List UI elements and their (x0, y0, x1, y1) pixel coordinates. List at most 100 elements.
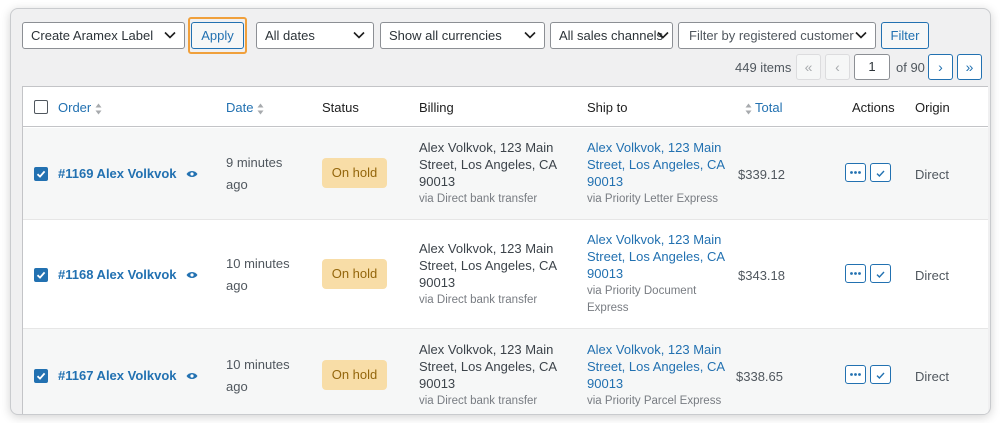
current-page-input[interactable]: 1 (854, 54, 890, 80)
sales-channel-filter-value: All sales channels (559, 28, 664, 43)
eye-icon[interactable] (186, 372, 198, 380)
billing-address-line: Alex Volkvok, 123 Main (419, 342, 554, 357)
shipping-method-line: Express (587, 302, 629, 314)
shipping-method-line: via Priority Letter Express (587, 193, 719, 205)
ship-to-address-link[interactable]: Alex Volkvok, 123 Main Street, Los Angel… (587, 341, 737, 392)
ship-to-address-line: Street, Los Angeles, CA (587, 249, 726, 264)
billing-address: Alex Volkvok, 123 Main Street, Los Angel… (419, 341, 569, 392)
checkmark-icon (36, 271, 46, 279)
column-total[interactable]: Total (745, 100, 782, 115)
apply-button[interactable]: Apply (191, 22, 244, 49)
customer-filter-select[interactable]: Filter by registered customer (678, 22, 876, 49)
sales-channel-filter-select[interactable]: All sales channels (550, 22, 673, 49)
chevron-down-icon (353, 31, 365, 39)
bulk-actions-value: Create Aramex Label (31, 28, 154, 43)
select-all-checkbox[interactable] (34, 100, 48, 114)
shipping-method: via Priority Document Express (587, 283, 727, 317)
order-origin: Direct (915, 268, 949, 283)
chevron-down-icon (657, 31, 669, 39)
more-actions-button[interactable] (845, 365, 866, 384)
first-page-button[interactable]: « (796, 54, 821, 80)
billing-address: Alex Volkvok, 123 Main Street, Los Angel… (419, 139, 569, 190)
row-checkbox[interactable] (34, 268, 48, 282)
checkmark-icon (36, 170, 46, 178)
ship-to-address-line: 90013 (587, 376, 624, 391)
payment-method: via Direct bank transfer (419, 193, 538, 205)
filter-button[interactable]: Filter (881, 22, 929, 49)
billing-address-line: Street, Los Angeles, CA (419, 359, 558, 374)
next-page-button[interactable]: › (928, 54, 953, 80)
complete-order-button[interactable] (870, 264, 891, 283)
ellipsis-icon (850, 171, 861, 174)
order-link[interactable]: #1169 Alex Volkvok (58, 166, 177, 181)
ship-to-address-line: 90013 (587, 266, 624, 281)
dates-filter-value: All dates (265, 28, 315, 43)
ship-to-address-line: Alex Volkvok, 123 Main (587, 342, 722, 357)
column-order-label: Order (58, 100, 92, 115)
column-status: Status (322, 100, 359, 115)
order-date-line: ago (226, 278, 248, 293)
chevron-down-icon (855, 31, 867, 39)
table-row[interactable]: #1168 Alex Volkvok 10 minutes ago On hol… (23, 220, 988, 329)
status-badge: On hold (322, 158, 387, 188)
column-date-label: Date (226, 100, 254, 115)
status-badge: On hold (322, 360, 387, 390)
ellipsis-icon (850, 373, 861, 376)
column-origin: Origin (915, 100, 950, 115)
billing-address-line: 90013 (419, 275, 456, 290)
prev-page-button[interactable]: ‹ (825, 54, 850, 80)
shipping-method-line: via Priority Document (587, 285, 697, 297)
last-page-button[interactable]: » (957, 54, 982, 80)
payment-method: via Direct bank transfer (419, 294, 538, 306)
ship-to-address-line: Alex Volkvok, 123 Main (587, 140, 722, 155)
table-row[interactable]: #1169 Alex Volkvok 9 minutes ago On hold… (23, 128, 988, 220)
items-count: 449 items (735, 60, 792, 75)
bulk-actions-select[interactable]: Create Aramex Label (22, 22, 185, 49)
order-total: $343.18 (738, 268, 785, 283)
more-actions-button[interactable] (845, 264, 866, 283)
chevron-down-icon (164, 31, 176, 39)
ship-to-address-line: Street, Los Angeles, CA (587, 359, 726, 374)
checkmark-icon (876, 372, 885, 380)
customer-filter-placeholder: Filter by registered customer (689, 28, 854, 43)
checkmark-icon (876, 170, 885, 178)
order-link[interactable]: #1167 Alex Volkvok (58, 368, 177, 383)
status-badge: On hold (322, 259, 387, 289)
billing-address: Alex Volkvok, 123 Main Street, Los Angel… (419, 240, 569, 291)
order-date: 10 minutes ago (226, 253, 296, 297)
currency-filter-value: Show all currencies (389, 28, 502, 43)
order-date: 10 minutes ago (226, 354, 296, 398)
table-row[interactable]: #1167 Alex Volkvok 10 minutes ago On hol… (23, 329, 988, 414)
row-checkbox[interactable] (34, 369, 48, 383)
ship-to-address-line: 90013 (587, 174, 624, 189)
ship-to-address-link[interactable]: Alex Volkvok, 123 Main Street, Los Angel… (587, 139, 737, 190)
eye-icon[interactable] (186, 170, 198, 178)
row-checkbox[interactable] (34, 167, 48, 181)
complete-order-button[interactable] (870, 365, 891, 384)
shipping-method-line: via Priority Parcel Express (587, 395, 722, 407)
order-link[interactable]: #1168 Alex Volkvok (58, 267, 177, 282)
order-origin: Direct (915, 167, 949, 182)
ship-to-address-line: Street, Los Angeles, CA (587, 157, 726, 172)
ship-to-address-line: Alex Volkvok, 123 Main (587, 232, 722, 247)
sort-arrows-icon (745, 103, 752, 115)
eye-icon[interactable] (186, 271, 198, 279)
column-total-label: Total (755, 100, 783, 115)
dates-filter-select[interactable]: All dates (256, 22, 374, 49)
sort-arrows-icon (257, 103, 264, 115)
column-ship-to: Ship to (587, 100, 628, 115)
order-date-line: 10 minutes (226, 357, 290, 372)
column-order[interactable]: Order (58, 100, 102, 115)
order-origin: Direct (915, 369, 949, 384)
ship-to-address-link[interactable]: Alex Volkvok, 123 Main Street, Los Angel… (587, 231, 737, 282)
ellipsis-icon (850, 272, 861, 275)
order-total: $339.12 (738, 167, 785, 182)
complete-order-button[interactable] (870, 163, 891, 182)
column-date[interactable]: Date (226, 100, 264, 115)
billing-address-line: Alex Volkvok, 123 Main (419, 140, 554, 155)
billing-address-line: 90013 (419, 174, 456, 189)
order-date: 9 minutes ago (226, 152, 296, 196)
currency-filter-select[interactable]: Show all currencies (380, 22, 545, 49)
more-actions-button[interactable] (845, 163, 866, 182)
billing-address-line: 90013 (419, 376, 456, 391)
